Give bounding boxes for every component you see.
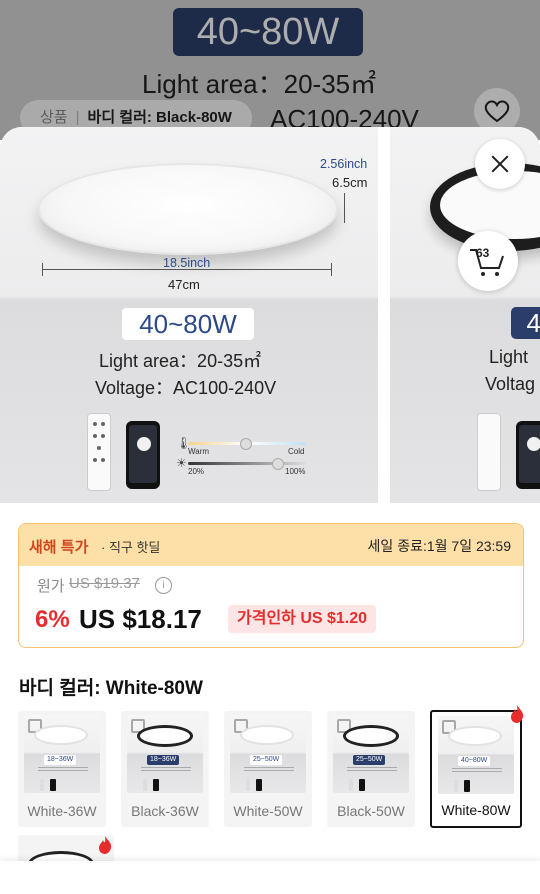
promo-header: 새해 특가 · 직구 핫딜 세일 종료:1월 7일 23:59	[19, 524, 523, 566]
hot-flame-icon	[511, 705, 524, 723]
warm-label: Warm	[188, 447, 210, 456]
variant-watt: 18~36W	[147, 755, 180, 765]
cart-button[interactable]: 63	[458, 231, 518, 291]
current-price: US $18.17	[79, 604, 202, 634]
original-price: US $19.37	[69, 575, 140, 592]
brightness-icon: ☀	[176, 456, 187, 470]
slide2-phone-image	[516, 421, 540, 489]
sale-end-time: 세일 종료:1월 7일 23:59	[367, 538, 511, 554]
variant-thumbnail: 25~50W	[333, 715, 409, 793]
variant-label: White-50W	[233, 803, 303, 819]
cart-count: 63	[476, 246, 490, 260]
variant-white-36w[interactable]: 18~36W White-36W	[18, 711, 106, 827]
variant-label: Black-50W	[337, 803, 405, 819]
variant-thumbnail: 25~50W	[230, 715, 306, 793]
color-temp-slider-image: 🌡	[176, 436, 306, 450]
brightness-slider-image: ☀	[176, 456, 306, 470]
slide2-light-label: Light	[489, 347, 529, 367]
height-measure-line	[344, 193, 345, 223]
remote-control-image	[87, 413, 111, 491]
original-price-label: 원가	[37, 578, 65, 595]
max-brightness-label: 100%	[285, 467, 306, 476]
light-area-label: Light area：20-35㎡	[99, 351, 262, 371]
dim-overlay[interactable]	[0, 0, 540, 140]
background-page: 40~80W Light area：20-35㎡ AC100-240V 상품 | 바…	[0, 0, 540, 140]
variant-label: White-36W	[27, 803, 97, 819]
variant-black-36w[interactable]: 18~36W Black-36W	[121, 711, 209, 827]
variant-watt: 25~50W	[353, 755, 386, 765]
voltage-label: Voltage：AC100-240V	[95, 378, 277, 398]
hot-flame-icon	[99, 836, 112, 854]
variant-black-50w[interactable]: 25~50W Black-50W	[327, 711, 415, 827]
slide2-voltage-label: Voltag	[485, 374, 536, 394]
width-cm: 47cm	[168, 277, 200, 292]
variant-white-50w[interactable]: 25~50W White-50W	[224, 711, 312, 827]
variant-thumbnail: 18~36W	[24, 715, 100, 793]
price-drop-badge: 가격인하 US $1.20	[228, 605, 377, 633]
bottom-action-bar	[0, 861, 540, 894]
width-inch: 18.5inch	[163, 256, 211, 270]
image-gallery[interactable]: 2.56inch 6.5cm 18.5inch 47cm 40~80W Ligh…	[0, 127, 540, 503]
slide2-watt-label: 40	[511, 307, 540, 339]
promo-title: 새해 특가	[29, 539, 89, 556]
discount-percent: 6%	[35, 606, 70, 633]
variant-thumbnail: 18~36W	[127, 715, 203, 793]
width-measure-line	[42, 263, 332, 276]
close-button[interactable]	[475, 139, 525, 189]
product-option-sheet: 2.56inch 6.5cm 18.5inch 47cm 40~80W Ligh…	[0, 127, 540, 894]
height-cm: 6.5cm	[332, 175, 368, 190]
cold-label: Cold	[288, 447, 305, 456]
variant-white-80w[interactable]: 40~80W White-80W	[430, 705, 524, 828]
height-inch: 2.56inch	[320, 157, 368, 171]
variant-label: Black-36W	[131, 803, 199, 819]
variant-thumbnail: 40~80W	[438, 716, 514, 794]
promo-subtitle: · 직구 핫딜	[101, 540, 161, 555]
phone-app-image	[126, 421, 160, 489]
min-brightness-label: 20%	[188, 467, 205, 476]
info-icon[interactable]: i	[155, 577, 172, 594]
variant-watt: 40~80W	[458, 756, 491, 766]
promo-box: 새해 특가 · 직구 핫딜 세일 종료:1월 7일 23:59 원가 US $1…	[18, 523, 524, 648]
variant-watt: 18~36W	[44, 755, 77, 765]
variant-watt: 25~50W	[250, 755, 283, 765]
slide-divider	[378, 127, 390, 503]
color-option-title: 바디 컬러: White-80W	[19, 678, 203, 699]
gallery-slide-2[interactable]: 40 Light Voltag	[390, 127, 540, 503]
gallery-slide-1[interactable]: 2.56inch 6.5cm 18.5inch 47cm 40~80W Ligh…	[0, 127, 378, 503]
slide2-remote-image	[477, 413, 501, 491]
watt-label: 40~80W	[121, 307, 255, 341]
ceiling-lamp-image	[38, 163, 338, 255]
variant-label: White-80W	[441, 802, 511, 818]
